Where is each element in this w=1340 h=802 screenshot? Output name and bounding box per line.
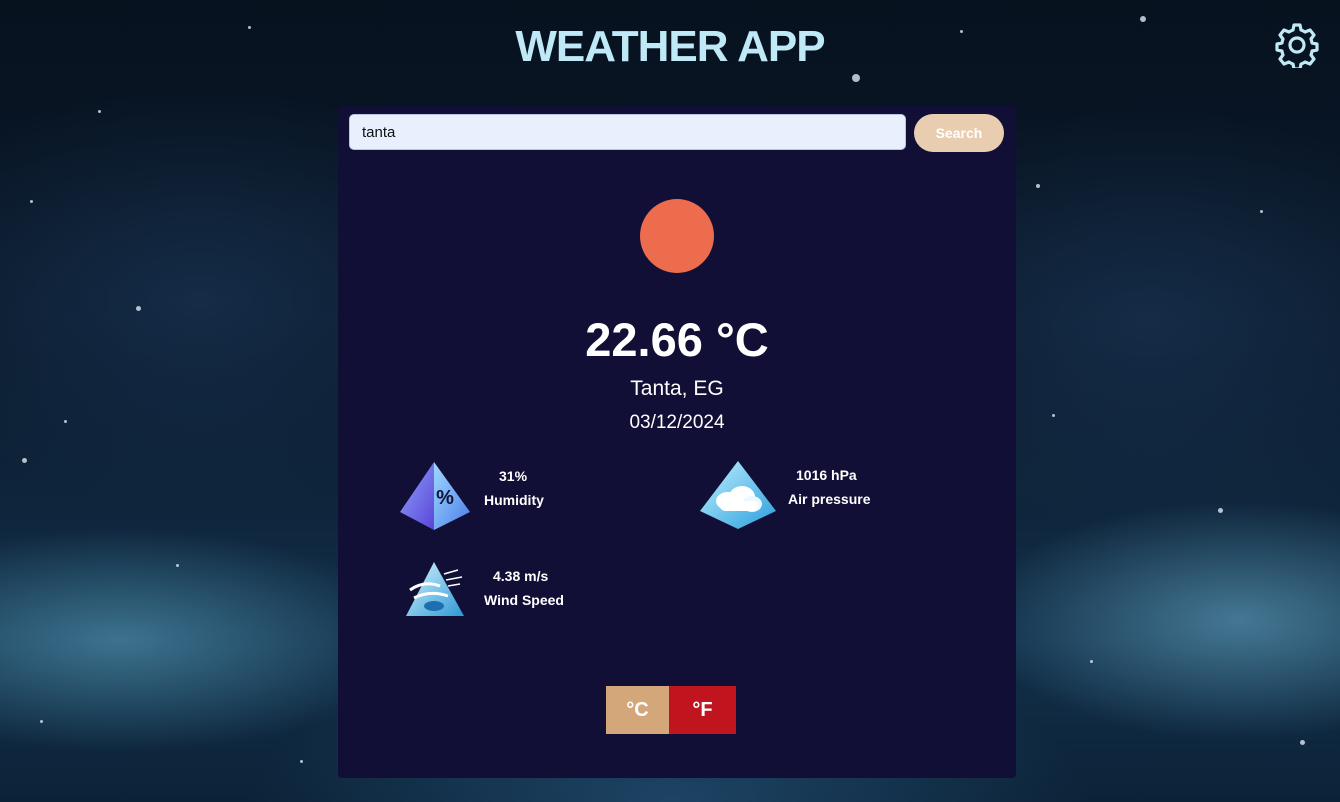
app-title: WEATHER APP <box>515 22 825 71</box>
star <box>1036 184 1040 188</box>
star <box>176 564 179 567</box>
fahrenheit-button[interactable]: °F <box>669 686 736 734</box>
date: 03/12/2024 <box>629 412 725 433</box>
star <box>1218 508 1223 513</box>
air-pressure-value: 1016 hPa <box>796 467 857 483</box>
svg-text:%: % <box>436 487 454 509</box>
humidity-stat: % 31% Humidity <box>398 460 598 534</box>
humidity-value: 31% <box>499 468 528 484</box>
star <box>22 458 27 463</box>
weather-card: Search 22.66 °C Tanta, EG 03/12/2024 <box>338 106 1016 778</box>
wind-speed-value: 4.38 m/s <box>493 568 549 584</box>
humidity-icon: % <box>398 460 474 537</box>
star <box>1052 414 1055 417</box>
air-pressure-label: Air pressure <box>788 491 871 507</box>
star <box>300 760 303 763</box>
star <box>1090 660 1093 663</box>
search-button[interactable]: Search <box>914 114 1004 152</box>
star <box>1260 210 1263 213</box>
temperature: 22.66 °C <box>585 313 769 366</box>
star <box>98 110 101 113</box>
celsius-button[interactable]: °C <box>606 686 669 734</box>
sun-icon <box>640 199 714 273</box>
humidity-label: Humidity <box>484 492 544 508</box>
star <box>30 200 33 203</box>
wind-speed-stat: 4.38 m/s Wind Speed <box>404 560 604 634</box>
star <box>64 420 67 423</box>
wind-icon <box>404 560 470 625</box>
star <box>1300 740 1305 745</box>
search-input[interactable] <box>349 114 906 150</box>
unit-toggle: °C °F <box>606 686 736 734</box>
star <box>136 306 141 311</box>
star <box>852 74 860 82</box>
location: Tanta, EG <box>630 377 724 400</box>
star <box>40 720 43 723</box>
settings-gear-icon[interactable] <box>1274 22 1320 71</box>
wind-speed-label: Wind Speed <box>484 592 564 608</box>
air-pressure-stat: 1016 hPa Air pressure <box>698 459 918 533</box>
cloud-pyramid-icon <box>698 459 778 536</box>
